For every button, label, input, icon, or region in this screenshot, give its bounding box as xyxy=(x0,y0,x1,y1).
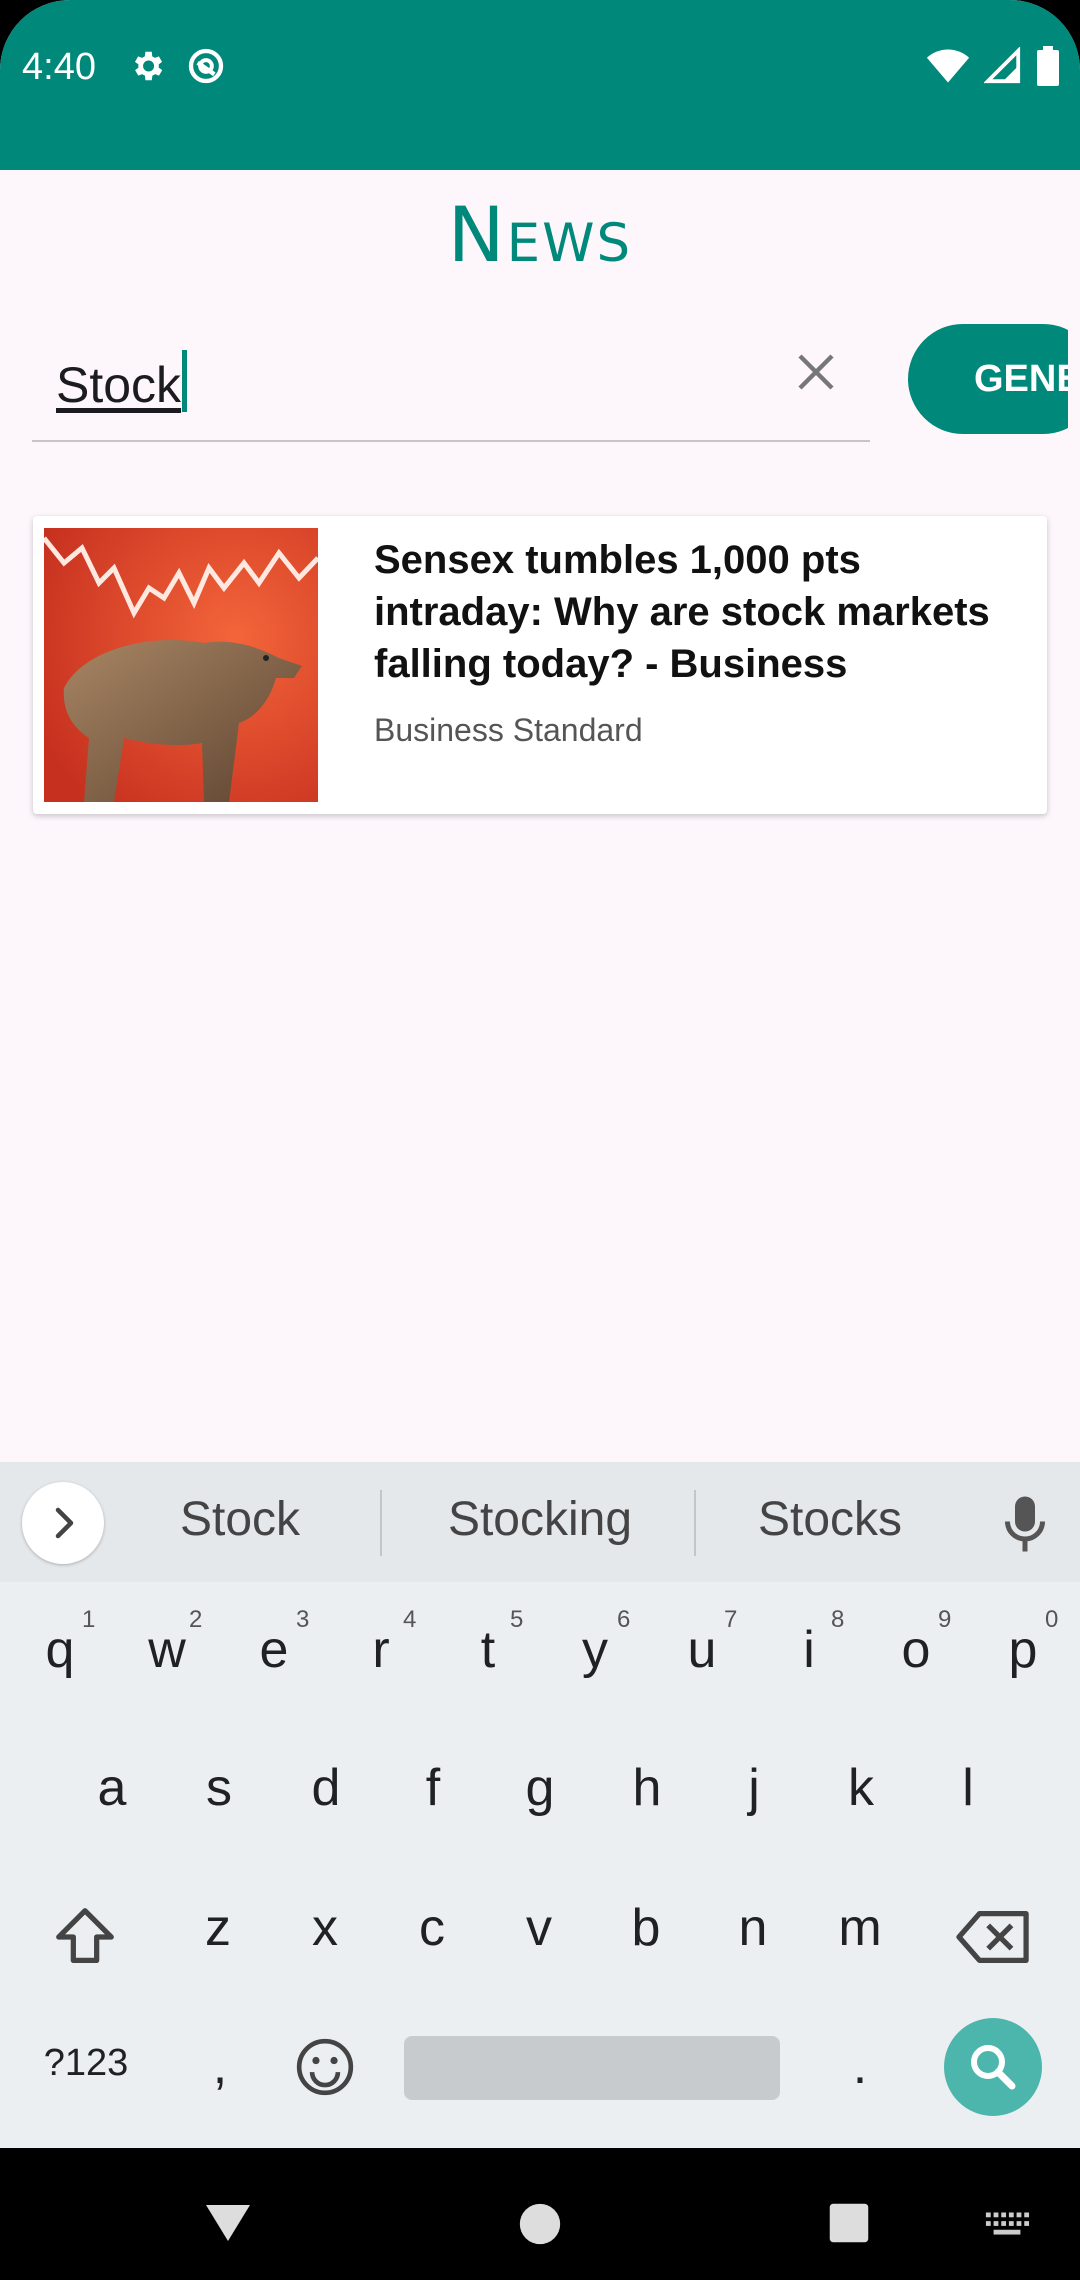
key-m[interactable]: m xyxy=(820,1898,900,1958)
close-icon[interactable] xyxy=(792,348,840,396)
category-button[interactable]: GENERAL xyxy=(908,324,1080,434)
key-hint-1: 1 xyxy=(82,1606,96,1633)
wifi-icon xyxy=(926,49,970,83)
status-time: 4:40 xyxy=(22,46,96,88)
key-hint-2: 2 xyxy=(189,1606,203,1633)
screen-edge xyxy=(1068,300,1080,460)
keyboard: Stock Stocking Stocks q1w2e3r4t5y6u7i8o9… xyxy=(0,1462,1080,2148)
settings-icon xyxy=(134,51,163,81)
expand-suggestions-button[interactable] xyxy=(22,1482,104,1564)
symbols-key[interactable]: ?123 xyxy=(36,2042,136,2085)
key-hint-4: 4 xyxy=(403,1606,417,1633)
bear-market-image xyxy=(44,528,318,802)
key-a[interactable]: a xyxy=(72,1758,152,1818)
do-not-disturb-icon xyxy=(188,48,224,84)
key-c[interactable]: c xyxy=(392,1898,472,1958)
key-hint-5: 5 xyxy=(510,1606,524,1633)
key-h[interactable]: h xyxy=(607,1758,687,1818)
key-x[interactable]: x xyxy=(285,1898,365,1958)
suggestion-2[interactable]: Stocking xyxy=(420,1492,660,1547)
key-hint-9: 9 xyxy=(938,1606,952,1633)
mic-icon[interactable] xyxy=(1000,1494,1050,1554)
key-hint-8: 8 xyxy=(831,1606,845,1633)
key-n[interactable]: n xyxy=(713,1898,793,1958)
article-title[interactable]: Sensex tumbles 1,000 pts intraday: Why a… xyxy=(374,534,1034,690)
suggestion-strip: Stock Stocking Stocks xyxy=(0,1462,1080,1582)
key-hint-0: 0 xyxy=(1045,1606,1059,1633)
back-icon[interactable] xyxy=(204,2202,252,2244)
key-k[interactable]: k xyxy=(821,1758,901,1818)
status-icons xyxy=(926,46,1060,86)
key-l[interactable]: l xyxy=(928,1758,1008,1818)
search-icon xyxy=(971,2045,1016,2090)
key-b[interactable]: b xyxy=(606,1898,686,1958)
backspace-icon[interactable] xyxy=(956,1902,1032,1972)
status-bar: 4:40 xyxy=(0,0,1080,170)
key-d[interactable]: d xyxy=(286,1758,366,1818)
suggestion-1[interactable]: Stock xyxy=(130,1492,350,1547)
home-icon[interactable] xyxy=(518,2202,562,2246)
space-key[interactable] xyxy=(404,2036,780,2100)
shift-icon[interactable] xyxy=(50,1902,120,1972)
suggestion-3[interactable]: Stocks xyxy=(720,1492,940,1547)
screen: 4:40 News Stock GEN Sensex tumbles 1,000… xyxy=(0,0,1080,2280)
search-key[interactable] xyxy=(944,2018,1042,2116)
search-input[interactable]: Stock xyxy=(32,310,870,442)
key-z[interactable]: z xyxy=(178,1898,258,1958)
battery-icon xyxy=(1037,46,1059,86)
recents-icon[interactable] xyxy=(828,2202,870,2244)
article-thumbnail xyxy=(44,528,318,802)
signal-icon xyxy=(984,47,1021,84)
key-hint-6: 6 xyxy=(617,1606,631,1633)
key-v[interactable]: v xyxy=(499,1898,579,1958)
chevron-right-icon xyxy=(55,1507,74,1539)
navigation-bar xyxy=(0,2148,1080,2280)
text-caret xyxy=(182,350,188,412)
key-hint-7: 7 xyxy=(724,1606,738,1633)
key-s[interactable]: s xyxy=(179,1758,259,1818)
emoji-icon[interactable] xyxy=(294,2036,356,2098)
comma-key[interactable]: , xyxy=(180,2036,260,2096)
keyboard-icon[interactable] xyxy=(984,2210,1030,2238)
period-key[interactable]: . xyxy=(820,2036,900,2096)
key-f[interactable]: f xyxy=(393,1758,473,1818)
article-card[interactable]: Sensex tumbles 1,000 pts intraday: Why a… xyxy=(33,516,1047,814)
key-j[interactable]: j xyxy=(714,1758,794,1818)
search-input-value[interactable]: Stock xyxy=(56,350,188,414)
suggestion-divider xyxy=(380,1490,382,1556)
suggestion-divider xyxy=(694,1490,696,1556)
key-hint-3: 3 xyxy=(296,1606,310,1633)
article-source: Business Standard xyxy=(374,712,643,748)
key-g[interactable]: g xyxy=(500,1758,580,1818)
app-title: News xyxy=(447,190,633,279)
